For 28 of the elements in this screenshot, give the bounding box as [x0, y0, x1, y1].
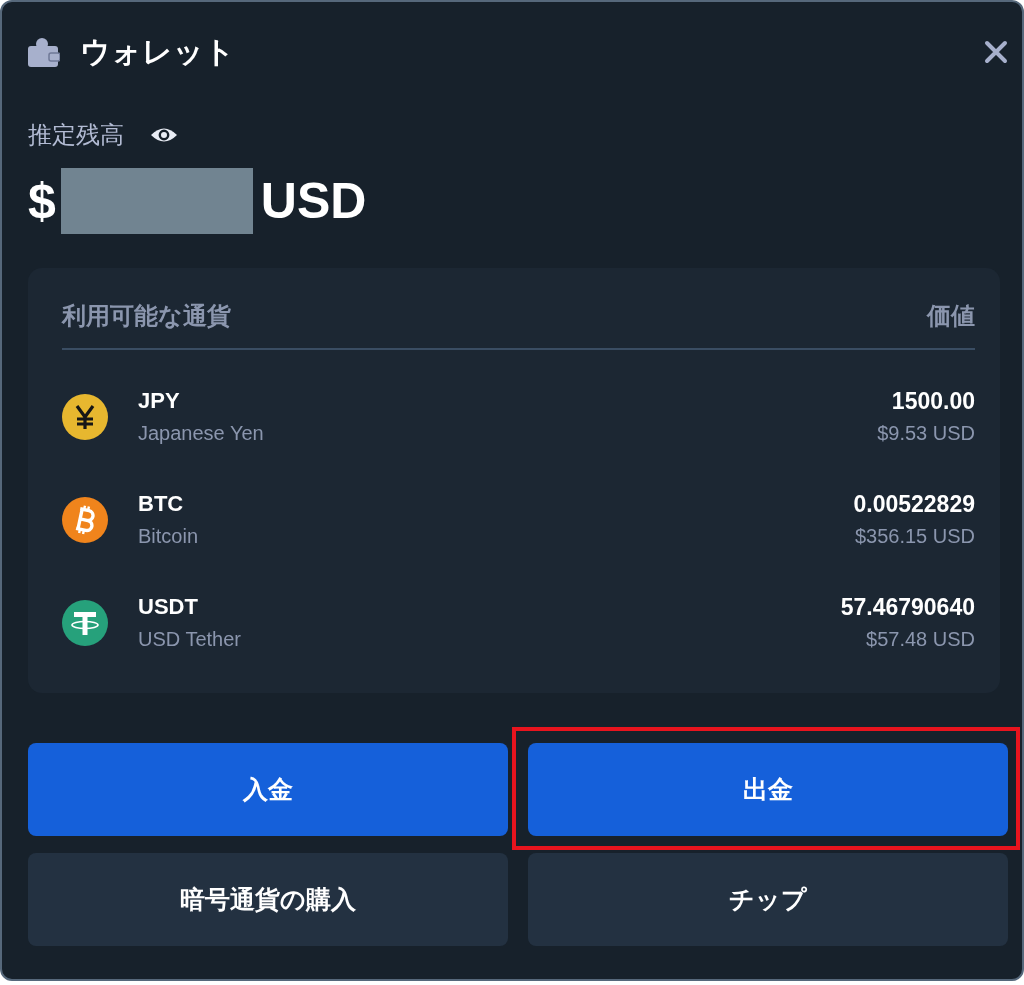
eye-icon[interactable]	[150, 126, 178, 144]
currency-amount: 57.46790640	[840, 594, 975, 620]
window-title: ウォレット	[80, 34, 235, 70]
primary-button[interactable]: 入金	[28, 743, 508, 836]
balance-label: 推定残高	[28, 120, 124, 150]
currency-code: JPY	[138, 388, 181, 414]
secondary-button[interactable]: チップ	[528, 853, 1008, 946]
currency-name: Bitcoin	[138, 524, 199, 549]
currency-amount: 1500.00	[891, 388, 975, 414]
tether-icon	[62, 600, 108, 646]
usd-value: $57.48 USD	[866, 627, 975, 652]
primary-button[interactable]: 出金	[528, 743, 1008, 836]
currency-code: BTC	[138, 491, 185, 517]
usd-value: $9.53 USD	[877, 421, 975, 446]
currency-code: USDT	[138, 594, 199, 620]
bitcoin-icon	[62, 497, 108, 543]
currency-name: USD Tether	[138, 627, 241, 652]
secondary-button[interactable]: 暗号通貨の購入	[28, 853, 508, 946]
column-header: 価値	[927, 301, 975, 331]
currency-name: Japanese Yen	[138, 421, 264, 446]
usd-value: $356.15 USD	[854, 524, 975, 549]
close-icon[interactable]	[984, 40, 1008, 64]
balance-currency: USD	[260, 172, 367, 231]
column-header: 利用可能な通貨	[62, 301, 231, 331]
balance-currency-sign: $	[28, 172, 56, 231]
yen-coin-icon	[62, 394, 108, 440]
currency-amount: 0.00522829	[853, 491, 975, 517]
wallet-icon	[28, 37, 60, 67]
